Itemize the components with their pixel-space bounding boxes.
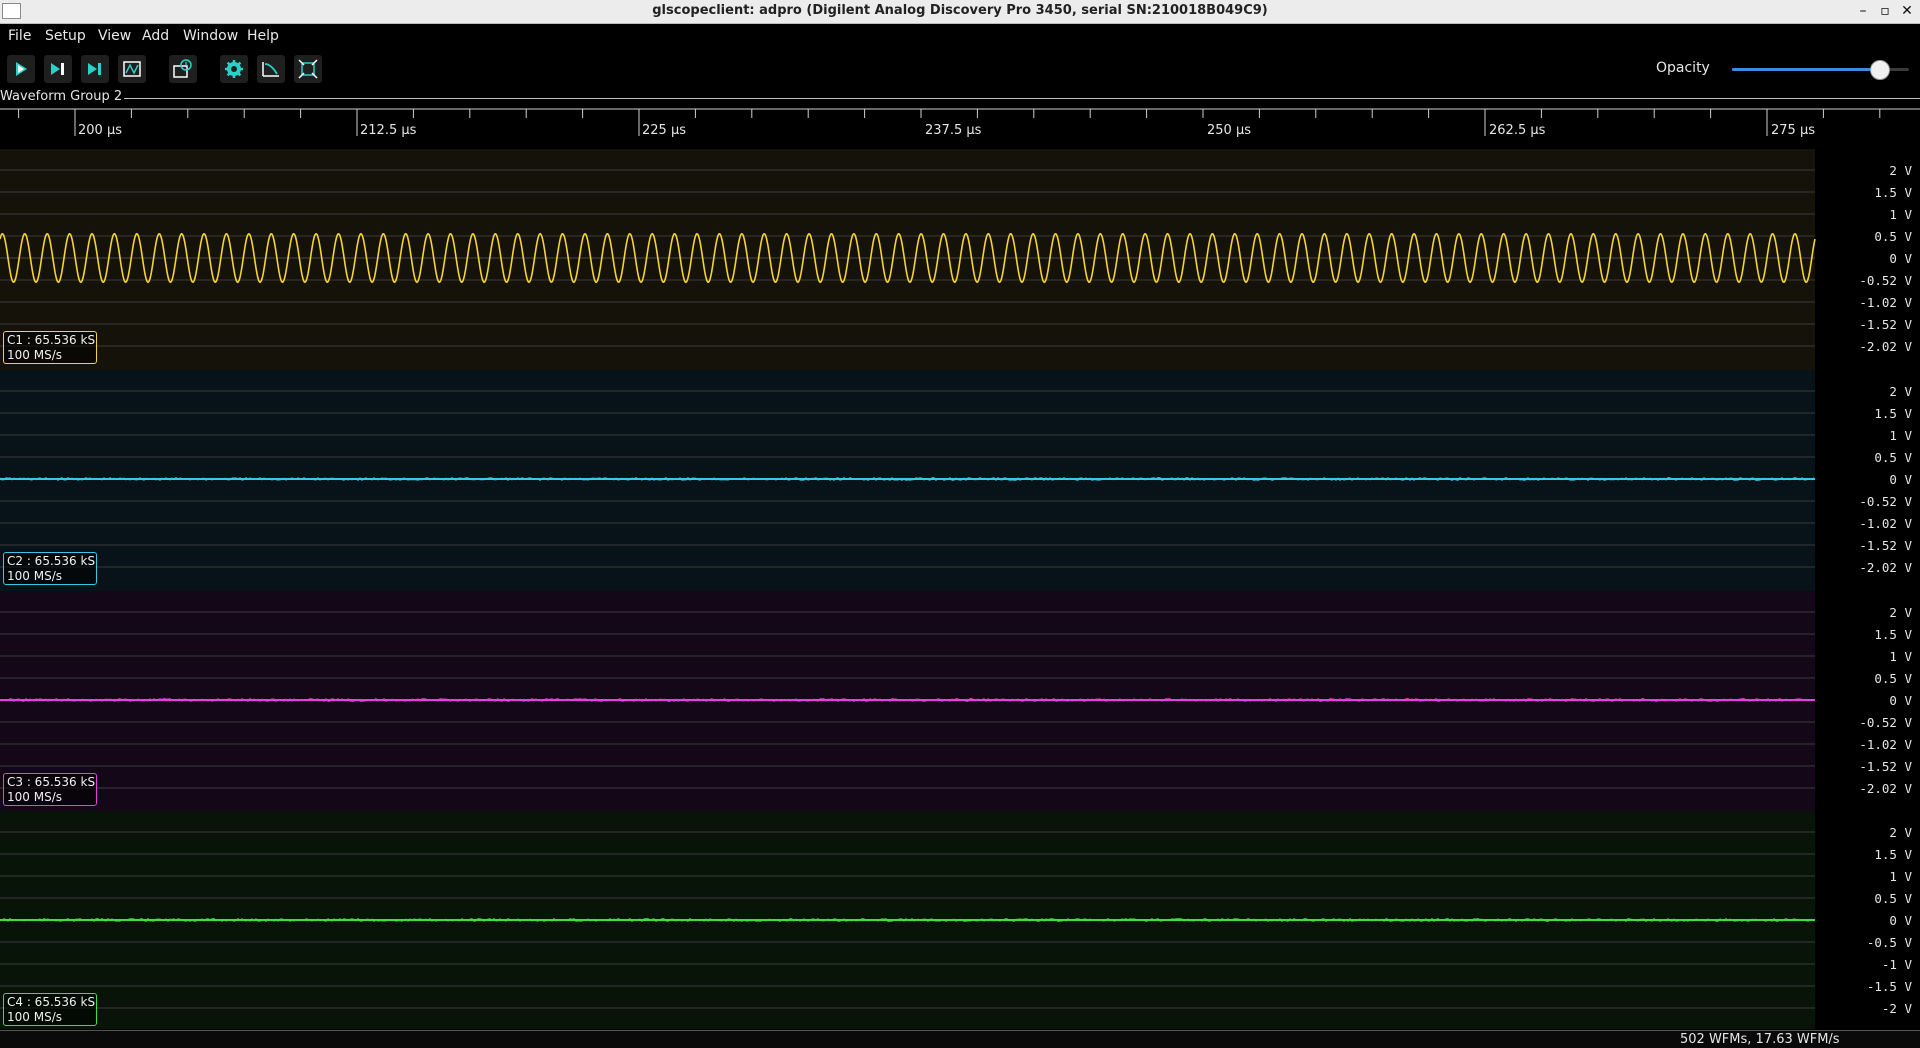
sweep-icon	[262, 62, 279, 77]
menu-setup[interactable]: Setup	[45, 28, 86, 44]
refresh-settings-button[interactable]	[220, 55, 248, 83]
channel-info-line1: C1 : 65.536 kS	[7, 333, 96, 347]
vertical-axis-label: 2 V	[1889, 605, 1912, 620]
vertical-axis-label: -1.02 V	[1859, 737, 1912, 752]
channel-background	[0, 591, 1815, 812]
minimize-button[interactable]: –	[1854, 1, 1872, 21]
channel-info-c1[interactable]: C1 : 65.536 kS 100 MS/s	[3, 331, 97, 364]
opacity-slider[interactable]	[1732, 60, 1909, 80]
vertical-axis-label: -2.02 V	[1859, 781, 1912, 796]
vertical-axis-label: 0 V	[1889, 251, 1912, 266]
vertical-axis-label: -0.52 V	[1859, 273, 1912, 288]
timeline-label: 225 µs	[642, 123, 686, 138]
vertical-axis-label: 1.5 V	[1874, 406, 1912, 421]
opacity-slider-handle[interactable]	[1869, 60, 1890, 80]
menu-help[interactable]: Help	[247, 28, 279, 44]
waveform-group-header: Waveform Group 2	[0, 89, 1920, 106]
status-text: 502 WFMs, 17.63 WFM/s	[1680, 1032, 1840, 1047]
force-icon	[88, 63, 101, 75]
vertical-axis-label: -1.02 V	[1859, 295, 1912, 310]
vertical-axis-label: 1 V	[1889, 869, 1912, 884]
maximize-button[interactable]: ▫	[1876, 1, 1894, 21]
vertical-axis-label: 1 V	[1889, 649, 1912, 664]
vertical-axis-label: 0.5 V	[1874, 229, 1912, 244]
fullscreen-button[interactable]	[294, 55, 322, 83]
toolbar: Opacity	[0, 50, 1920, 88]
timeline-label: 275 µs	[1771, 123, 1815, 138]
timeline-label: 262.5 µs	[1489, 123, 1546, 138]
clear-sweeps-button[interactable]	[257, 55, 285, 83]
start-trigger-button[interactable]	[7, 55, 35, 83]
scope-display[interactable]: 200 µs 212.5 µs 225 µs 237.5 µs 250 µs 262.5 …	[0, 106, 1920, 1029]
force-trigger-button[interactable]	[81, 55, 109, 83]
timeline-label: 212.5 µs	[360, 123, 417, 138]
history-icon	[173, 59, 192, 78]
play-icon	[16, 62, 27, 76]
vertical-axis-label: 2 V	[1889, 384, 1912, 399]
window-title-bar: glscopeclient: adpro (Digilent Analog Di…	[0, 0, 1920, 24]
vertical-axis-label: -1.52 V	[1859, 759, 1912, 774]
vertical-axis-label: -2.02 V	[1859, 339, 1912, 354]
vertical-axis-label: 1.5 V	[1874, 627, 1912, 642]
timeline-label: 200 µs	[78, 123, 122, 138]
opacity-label: Opacity	[1656, 60, 1710, 76]
channel-info-line2: 100 MS/s	[7, 569, 62, 583]
vertical-axis-label: 1 V	[1889, 207, 1912, 222]
status-bar: 502 WFMs, 17.63 WFM/s	[0, 1030, 1920, 1048]
vertical-axis-label: 0 V	[1889, 913, 1912, 928]
menu-window[interactable]: Window	[183, 28, 238, 44]
channel-info-line2: 100 MS/s	[7, 790, 62, 804]
channel-info-line1: C4 : 65.536 kS	[7, 995, 96, 1009]
opacity-slider-fill	[1732, 68, 1879, 71]
vertical-axis-label: 0.5 V	[1874, 891, 1912, 906]
channel-info-c4[interactable]: C4 : 65.536 kS 100 MS/s	[3, 993, 97, 1026]
vertical-axis-label: -1.02 V	[1859, 516, 1912, 531]
close-button[interactable]: ✕	[1898, 1, 1916, 21]
vertical-axis-label: 0 V	[1889, 693, 1912, 708]
vertical-axis-label: 1 V	[1889, 428, 1912, 443]
vertical-axis-label: -1 V	[1882, 957, 1913, 972]
vertical-axis-label: 1.5 V	[1874, 185, 1912, 200]
vertical-axis-label: 0.5 V	[1874, 671, 1912, 686]
vertical-axis-label: 1.5 V	[1874, 847, 1912, 862]
channel-info-c3[interactable]: C3 : 65.536 kS 100 MS/s	[3, 773, 97, 806]
channel-info-line1: C2 : 65.536 kS	[7, 554, 96, 568]
vertical-axis-label: -1.5 V	[1867, 979, 1913, 994]
vertical-axis-label: 0.5 V	[1874, 450, 1912, 465]
history-button[interactable]	[169, 55, 197, 83]
vertical-axis-label: -0.52 V	[1859, 494, 1912, 509]
window-title: glscopeclient: adpro (Digilent Analog Di…	[652, 3, 1268, 18]
step-icon	[51, 63, 64, 75]
waveform-group-title: Waveform Group 2	[0, 89, 125, 104]
stop-icon	[123, 61, 141, 77]
stop-trigger-button[interactable]	[118, 55, 146, 83]
vertical-axis-label: -2.02 V	[1859, 560, 1912, 575]
vertical-axis-label: -2 V	[1882, 1001, 1913, 1016]
vertical-axis-label: -1.52 V	[1859, 538, 1912, 553]
fullscreen-icon	[298, 59, 318, 79]
channel-info-c2[interactable]: C2 : 65.536 kS 100 MS/s	[3, 552, 97, 585]
menu-bar: File Setup View Add Window Help	[0, 24, 1920, 48]
menu-file[interactable]: File	[8, 28, 31, 44]
timeline-label: 250 µs	[1207, 123, 1251, 138]
menu-view[interactable]: View	[98, 28, 131, 44]
timeline-label: 237.5 µs	[925, 123, 982, 138]
group-divider	[0, 98, 1920, 99]
vertical-axis-label: 0 V	[1889, 472, 1912, 487]
gear-icon	[225, 60, 243, 78]
channel-info-line2: 100 MS/s	[7, 1010, 62, 1024]
vertical-axis-label: 2 V	[1889, 163, 1912, 178]
menu-add[interactable]: Add	[142, 28, 169, 44]
vertical-axis-label: -1.52 V	[1859, 317, 1912, 332]
vertical-axis-label: -0.5 V	[1867, 935, 1913, 950]
channel-info-line1: C3 : 65.536 kS	[7, 775, 96, 789]
vertical-axis-label: 2 V	[1889, 825, 1912, 840]
single-trigger-button[interactable]	[44, 55, 72, 83]
vertical-axis-label: -0.52 V	[1859, 715, 1912, 730]
channel-info-line2: 100 MS/s	[7, 348, 62, 362]
